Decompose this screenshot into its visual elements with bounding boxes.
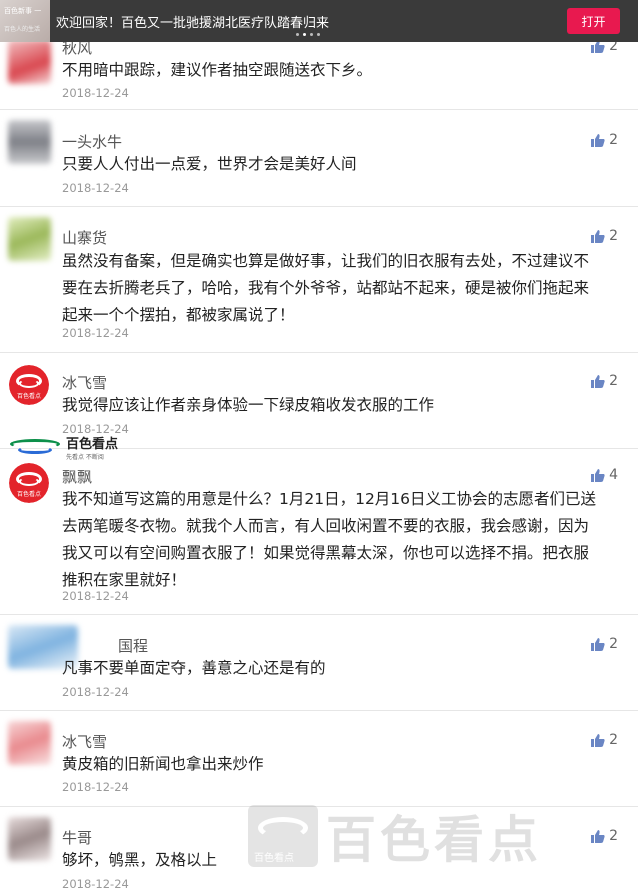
like-count: 4 <box>609 467 618 483</box>
avatar[interactable] <box>8 817 51 861</box>
comment-line: 推积在家里就好！ <box>62 571 187 589</box>
divider <box>0 109 638 110</box>
comment-text: 我不知道写这篇的用意是什么？1月21日，12月16日义工协会的志愿者们已送 去两… <box>62 486 618 594</box>
like-button[interactable]: 2 <box>591 373 618 389</box>
banner-thumbnail[interactable]: 百色新事 一 百色人的生活 <box>0 0 50 42</box>
comment-date: 2018-12-24 <box>62 86 129 100</box>
like-count: 2 <box>609 373 618 389</box>
commenter-name[interactable]: 牛哥 <box>62 827 92 848</box>
thumbs-up-icon <box>591 469 605 482</box>
watermark-title: 百色看点 <box>66 437 119 452</box>
thumbs-up-icon <box>591 375 605 388</box>
carousel-dots <box>296 33 320 36</box>
watermark-logo: 百色看点 先看点 不断阅 <box>8 433 118 461</box>
like-button[interactable]: 2 <box>591 228 618 244</box>
comment-line: 凡事不要单面定夺，善意之心还是有的 <box>62 659 326 677</box>
like-button[interactable]: 2 <box>591 636 618 652</box>
watermark-large-text: 百色看点 <box>326 811 542 869</box>
carousel-dot-active <box>303 33 306 36</box>
comment-date: 2018-12-24 <box>62 326 129 340</box>
like-count: 2 <box>609 828 618 844</box>
commenter-name[interactable]: 冰飞雪 <box>62 372 107 393</box>
app-banner[interactable]: 百色新事 一 百色人的生活 欢迎回家！百色又一批驰援湖北医疗队踏春归来 打开 <box>0 0 638 42</box>
comment-date: 2018-12-24 <box>62 181 129 195</box>
comment-text: 凡事不要单面定夺，善意之心还是有的 <box>62 655 618 682</box>
banner-thumbnail-subtext: 百色人的生活 <box>4 26 41 33</box>
watermark-large: 百色看点 百色看点 <box>248 800 542 872</box>
commenter-name[interactable]: 山寨货 <box>62 227 107 248</box>
like-button[interactable]: 4 <box>591 467 618 483</box>
comment-text: 虽然没有备案，但是确实也算是做好事，让我们的旧衣服有去处，不过建议不 要在去折腾… <box>62 248 618 329</box>
baise-badge-icon: 百色看点 <box>248 805 318 867</box>
thumbs-up-icon <box>591 830 605 843</box>
divider <box>0 352 638 353</box>
comment-line: 虽然没有备案，但是确实也算是做好事，让我们的旧衣服有去处，不过建议不 <box>62 252 590 270</box>
commenter-name[interactable]: 飘飘 <box>62 466 92 487</box>
comment-text: 不用暗中跟踪，建议作者抽空跟随送衣下乡。 <box>62 57 618 84</box>
comment-line: 起来一个个摆拍，都被家属说了！ <box>62 306 295 324</box>
divider <box>0 710 638 711</box>
comment-text: 只要人人付出一点爱，世界才会是美好人间 <box>62 151 618 178</box>
comment-date: 2018-12-24 <box>62 589 129 603</box>
avatar[interactable] <box>8 120 51 164</box>
comment-line: 去两笔暖冬衣物。就我个人而言，有人回收闲置不要的衣服，我会感谢，因为 <box>62 517 590 535</box>
commenter-name[interactable]: 一头水牛 <box>62 131 122 152</box>
carousel-dot <box>310 33 313 36</box>
comment-line: 不用暗中跟踪，建议作者抽空跟随送衣下乡。 <box>62 61 373 79</box>
divider <box>0 614 638 615</box>
comment-line: 要在去折腾老兵了，哈哈，我有个外爷爷，站都站不起来，硬是被你们拖起来 <box>62 279 590 297</box>
like-button[interactable]: 2 <box>591 828 618 844</box>
comment-text: 我觉得应该让作者亲身体验一下绿皮箱收发衣服的工作 <box>62 392 618 419</box>
comment-date: 2018-12-24 <box>62 685 129 699</box>
thumbs-up-icon <box>591 638 605 651</box>
like-button[interactable]: 2 <box>591 732 618 748</box>
comment-date: 2018-12-24 <box>62 780 129 794</box>
banner-title[interactable]: 欢迎回家！百色又一批驰援湖北医疗队踏春归来 <box>56 12 567 31</box>
commenter-name[interactable]: 国程 <box>118 635 148 656</box>
commenter-name[interactable]: 冰飞雪 <box>62 731 107 752</box>
avatar[interactable] <box>8 40 51 84</box>
carousel-dot <box>296 33 299 36</box>
like-button[interactable]: 2 <box>591 132 618 148</box>
carousel-dot <box>317 33 320 36</box>
comment-text: 黄皮箱的旧新闻也拿出来炒作 <box>62 751 618 778</box>
logo-text: 百色看点 <box>17 491 42 498</box>
like-count: 2 <box>609 732 618 748</box>
thumbs-up-icon <box>591 734 605 747</box>
avatar[interactable]: 百色看点 <box>9 463 49 503</box>
logo-text: 百色看点 <box>17 393 42 400</box>
banner-thumbnail-text: 百色新事 一 <box>4 7 42 15</box>
watermark-text: 百色看点 先看点 不断阅 <box>66 433 118 461</box>
comment-date: 2018-12-24 <box>62 877 129 891</box>
comment-line: 我觉得应该让作者亲身体验一下绿皮箱收发衣服的工作 <box>62 396 435 414</box>
baise-emblem-icon <box>8 435 62 459</box>
comment-line: 我又可以有空间购置衣服了！如果觉得黑幕太深，你也可以选择不捐。把衣服 <box>62 544 590 562</box>
comment-line: 我不知道写这篇的用意是什么？1月21日，12月16日义工协会的志愿者们已送 <box>62 490 597 508</box>
comment-line: 黄皮箱的旧新闻也拿出来炒作 <box>62 755 264 773</box>
open-app-button[interactable]: 打开 <box>567 8 620 34</box>
like-count: 2 <box>609 228 618 244</box>
like-count: 2 <box>609 132 618 148</box>
avatar[interactable]: 百色看点 <box>9 365 49 405</box>
avatar[interactable] <box>8 217 51 261</box>
comment-line: 只要人人付出一点爱，世界才会是美好人间 <box>62 155 357 173</box>
thumbs-up-icon <box>591 134 605 147</box>
divider <box>0 206 638 207</box>
watermark-subtitle: 先看点 不断阅 <box>66 454 104 461</box>
avatar[interactable] <box>8 721 51 765</box>
like-count: 2 <box>609 636 618 652</box>
baise-logo-icon: 百色看点 <box>9 365 49 405</box>
baise-logo-icon: 百色看点 <box>9 463 49 503</box>
thumbs-up-icon <box>591 230 605 243</box>
watermark-badge-text: 百色看点 <box>254 853 294 864</box>
